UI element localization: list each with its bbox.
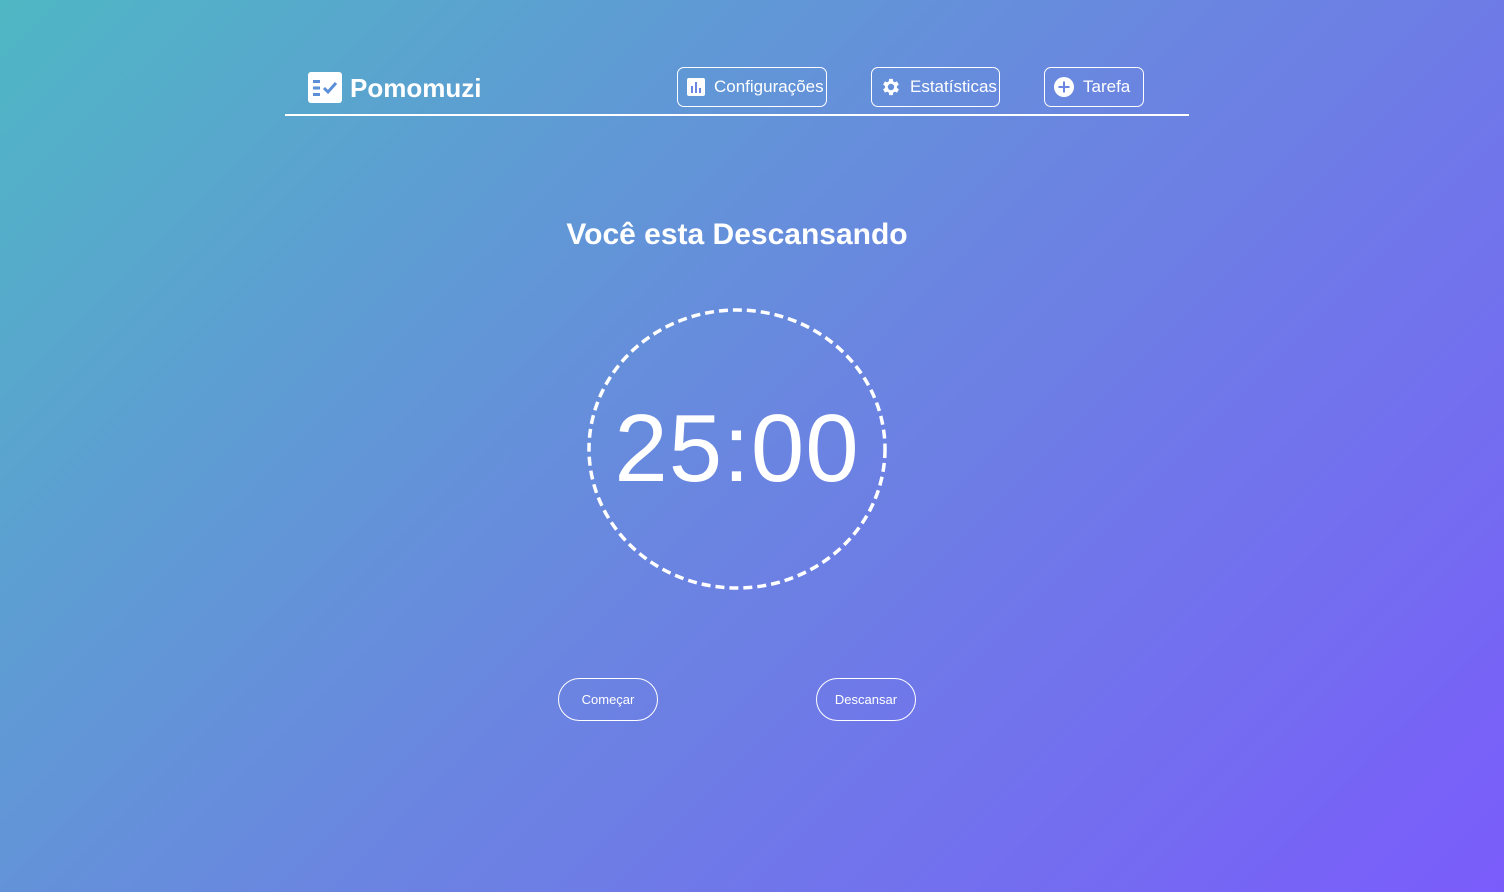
statistics-label: Estatísticas: [910, 77, 997, 96]
plus-circle-icon: [1053, 76, 1075, 98]
add-task-button[interactable]: Tarefa: [1044, 67, 1144, 107]
bar-chart-icon: [686, 76, 706, 98]
brand[interactable]: Pomomuzi: [308, 72, 481, 103]
status-title: Você esta Descansando: [566, 218, 908, 251]
rest-button[interactable]: Descansar: [816, 678, 916, 721]
settings-label: Configurações: [714, 77, 824, 96]
header: Pomomuzi Configurações Estatísticas Tare…: [285, 58, 1189, 116]
timer-display: 25:00: [614, 395, 860, 502]
start-button[interactable]: Começar: [558, 678, 658, 721]
settings-button[interactable]: Configurações: [677, 67, 827, 107]
task-checklist-icon: [308, 72, 342, 103]
task-label: Tarefa: [1083, 77, 1131, 96]
statistics-button[interactable]: Estatísticas: [871, 67, 1000, 107]
gear-icon: [880, 76, 902, 98]
app-name: Pomomuzi: [350, 72, 482, 103]
